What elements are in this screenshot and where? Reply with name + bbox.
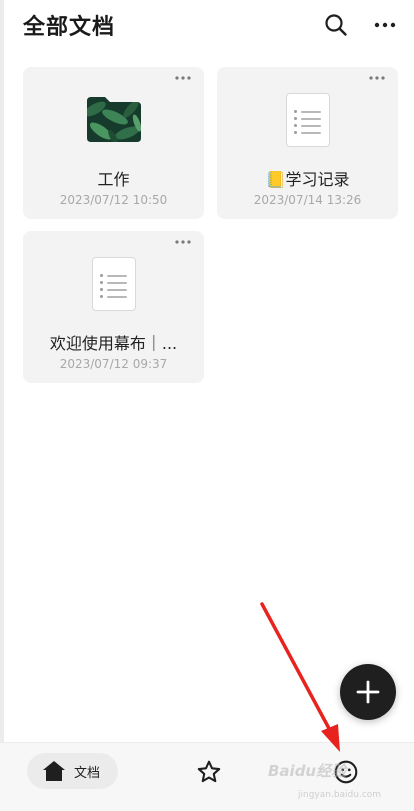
document-card-welcome[interactable]: 欢迎使用幕布｜... 2023/07/12 09:37 — [23, 231, 204, 383]
card-more-button[interactable] — [172, 71, 194, 85]
app-root: 全部文档 工作 2023/07/12 10:50 📒学习记录 2023/07/1… — [0, 0, 414, 811]
more-horizontal-icon — [175, 240, 191, 244]
card-thumbnail — [23, 257, 204, 313]
card-title: 欢迎使用幕布｜... — [49, 334, 178, 353]
document-card-work[interactable]: 工作 2023/07/12 10:50 — [23, 67, 204, 219]
more-horizontal-icon — [374, 22, 396, 28]
folder-icon — [86, 97, 141, 142]
card-thumbnail — [23, 93, 204, 149]
header: 全部文档 — [0, 0, 414, 56]
watermark-sub: jingyan.baidu.com — [298, 790, 382, 800]
card-date: 2023/07/12 10:50 — [59, 193, 168, 207]
card-title: 📒学习记录 — [265, 170, 350, 189]
document-card-study-notes[interactable]: 📒学习记录 2023/07/14 13:26 — [217, 67, 398, 219]
nav-tab-docs-label: 文档 — [74, 765, 101, 781]
document-icon — [91, 257, 136, 311]
card-date: 2023/07/14 13:26 — [253, 193, 362, 207]
bottom-nav: 文档 — [0, 742, 414, 811]
card-date: 2023/07/12 09:37 — [59, 357, 168, 371]
page-title: 全部文档 — [23, 15, 116, 40]
watermark: Baidu经验 — [268, 762, 347, 780]
star-icon — [197, 760, 221, 783]
card-thumbnail — [217, 93, 398, 149]
more-horizontal-icon — [175, 76, 191, 80]
nav-tab-docs[interactable]: 文档 — [27, 753, 118, 789]
nav-tab-favorites[interactable] — [194, 757, 224, 787]
card-title: 工作 — [97, 170, 130, 189]
search-icon — [325, 14, 347, 36]
card-more-button[interactable] — [366, 71, 388, 85]
search-button[interactable] — [321, 10, 351, 40]
card-more-button[interactable] — [172, 235, 194, 249]
plus-icon — [356, 680, 380, 704]
more-button[interactable] — [370, 10, 400, 40]
add-button[interactable] — [340, 664, 396, 720]
document-icon — [285, 93, 330, 147]
home-icon — [43, 761, 65, 781]
left-edge — [0, 0, 4, 811]
more-horizontal-icon — [369, 76, 385, 80]
